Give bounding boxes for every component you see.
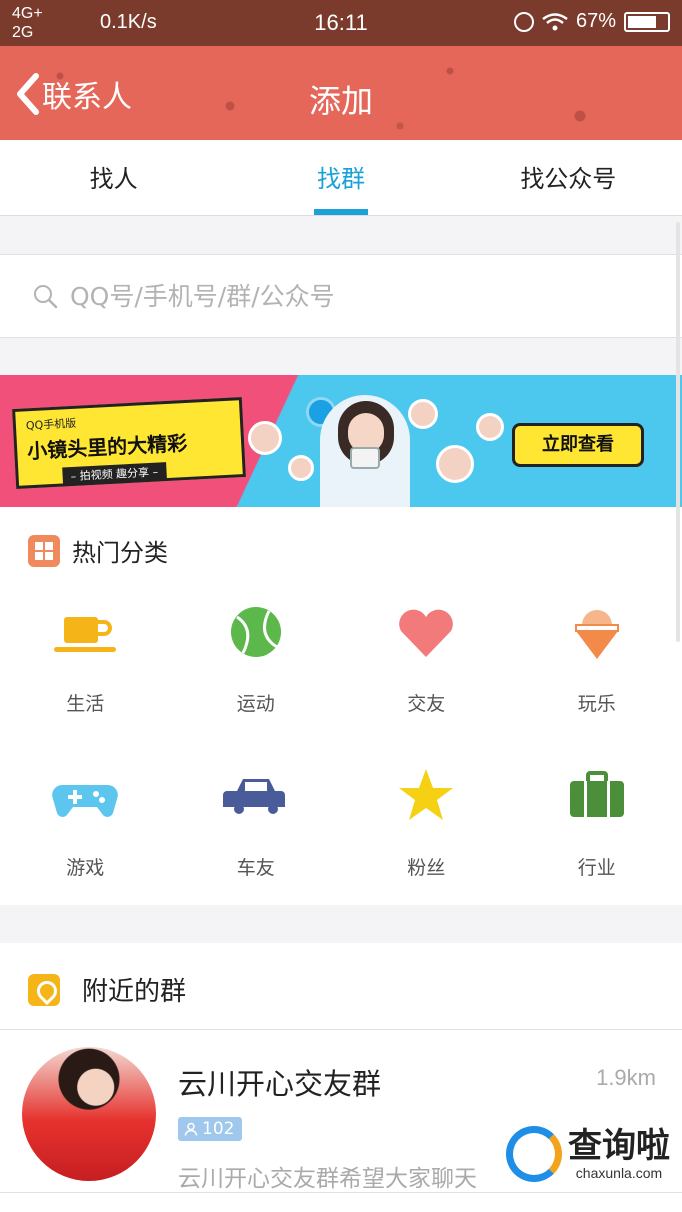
category-sports[interactable]: 运动 xyxy=(171,597,342,727)
avatar-bubble xyxy=(248,421,282,455)
divider xyxy=(0,1029,682,1030)
alarm-icon xyxy=(513,11,534,32)
hot-categories-header: 热门分类 xyxy=(28,533,168,568)
category-label: 粉丝 xyxy=(407,857,446,879)
category-life[interactable]: 生活 xyxy=(0,597,171,727)
category-label: 车友 xyxy=(236,857,275,879)
banner-view-button[interactable]: 立即查看 xyxy=(512,423,644,467)
banner-headline-card: QQ手机版 小镜头里的大精彩 – 拍视频 趣分享 – xyxy=(12,397,246,489)
nearby-header: 附近的群 xyxy=(28,971,186,1008)
page-title: 添加 xyxy=(308,82,373,120)
category-industry[interactable]: 行业 xyxy=(512,761,682,891)
star-icon xyxy=(399,769,454,820)
watermark-en: chaxunla.com xyxy=(575,1165,663,1181)
search-icon xyxy=(34,285,58,309)
battery-icon xyxy=(624,11,670,32)
category-friends[interactable]: 交友 xyxy=(341,597,512,727)
promo-banner[interactable]: QQ手机版 小镜头里的大精彩 – 拍视频 趣分享 – 立即查看 xyxy=(0,375,682,507)
car-icon xyxy=(222,779,285,814)
wifi-icon xyxy=(542,12,568,30)
category-games[interactable]: 游戏 xyxy=(0,761,171,891)
group-avatar xyxy=(22,1047,156,1181)
tab-find-people[interactable]: 找人 xyxy=(0,140,227,215)
avatar-bubble xyxy=(436,445,474,483)
category-label: 交友 xyxy=(407,693,446,715)
ice-cream-icon xyxy=(574,610,619,659)
avatar-bubble xyxy=(476,413,504,441)
cup-icon xyxy=(54,617,117,652)
watermark-logo-icon xyxy=(506,1126,562,1182)
group-name: 云川开心交友群 xyxy=(178,1067,382,1101)
grid-icon xyxy=(28,534,60,567)
scrollbar[interactable] xyxy=(676,222,680,642)
divider xyxy=(0,1192,682,1193)
banner-photo xyxy=(320,395,410,507)
briefcase-icon xyxy=(569,771,624,817)
person-icon xyxy=(184,1122,198,1136)
group-distance: 1.9km xyxy=(596,1065,656,1090)
status-bar: 4G+ 2G 0.1K/s 16:11 67% xyxy=(0,0,682,46)
category-fans[interactable]: 粉丝 xyxy=(341,761,512,891)
header: 联系人 添加 xyxy=(0,46,682,140)
category-label: 玩乐 xyxy=(577,693,616,715)
category-label: 生活 xyxy=(66,693,105,715)
group-description: 云川开心交友群希望大家聊天 xyxy=(178,1166,477,1192)
category-car[interactable]: 车友 xyxy=(171,761,342,891)
tab-find-groups[interactable]: 找群 xyxy=(227,140,454,215)
category-label: 行业 xyxy=(577,857,616,879)
tab-bar: 找人 找群 找公众号 xyxy=(0,140,682,216)
member-count: 102 xyxy=(202,1119,235,1139)
location-icon xyxy=(28,973,60,1006)
category-fun[interactable]: 玩乐 xyxy=(512,597,682,727)
search-bar[interactable] xyxy=(0,254,682,338)
search-input[interactable] xyxy=(70,281,630,311)
avatar-bubble xyxy=(288,455,314,481)
category-grid: 生活 运动 交友 玩乐 游戏 车友 粉丝 行业 xyxy=(0,597,682,891)
battery-percent: 67% xyxy=(575,10,616,32)
banner-subline: – 拍视频 趣分享 – xyxy=(62,462,167,486)
heart-icon xyxy=(399,609,454,657)
member-count-badge: 102 xyxy=(178,1117,243,1141)
avatar-bubble xyxy=(408,399,438,429)
hot-categories-section: 热门分类 生活 运动 交友 玩乐 游戏 车友 粉丝 行业 xyxy=(0,507,682,905)
hot-categories-title: 热门分类 xyxy=(72,539,168,567)
status-right: 67% xyxy=(513,10,670,33)
tab-find-official-accounts[interactable]: 找公众号 xyxy=(455,140,682,215)
nearby-title: 附近的群 xyxy=(82,977,187,1007)
watermark-cn: 查询啦 xyxy=(568,1126,670,1166)
tennis-ball-icon xyxy=(230,607,281,657)
gamepad-icon xyxy=(52,785,119,817)
watermark: 查询啦 chaxunla.com xyxy=(506,1126,670,1182)
category-label: 运动 xyxy=(236,693,275,715)
category-label: 游戏 xyxy=(66,857,105,879)
